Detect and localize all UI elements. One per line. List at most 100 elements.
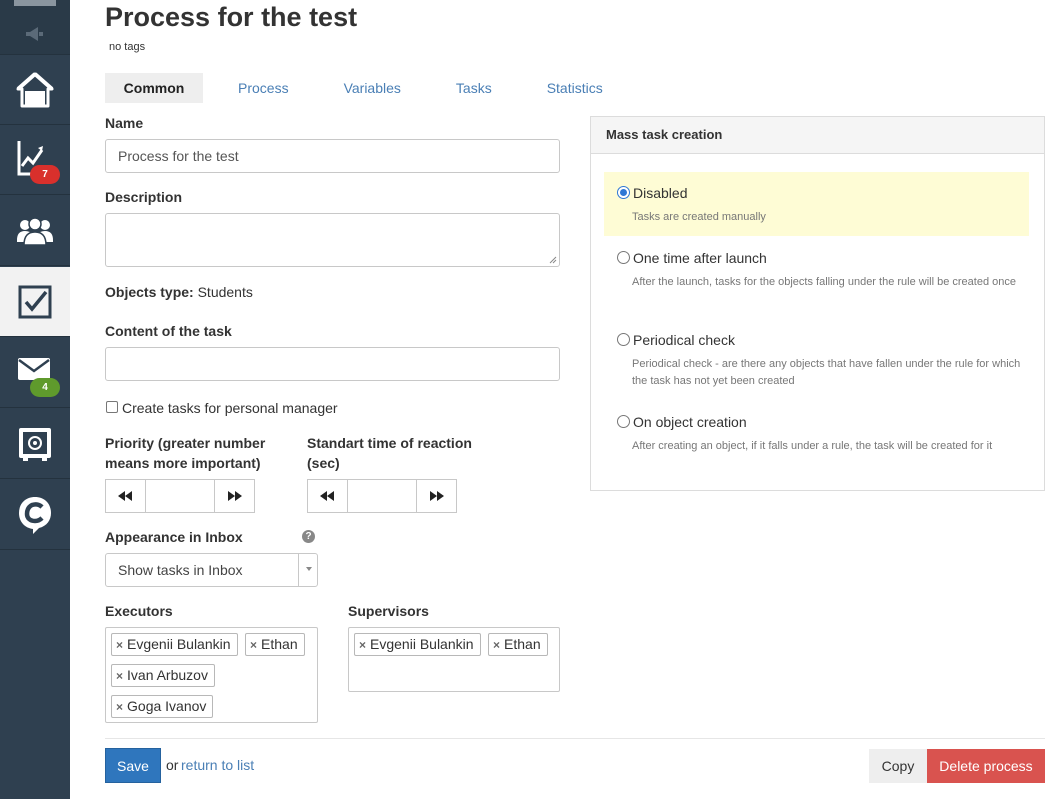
mass-option-on-creation[interactable]: On object creation After creating an obj… bbox=[604, 401, 1029, 457]
supervisors-field[interactable]: × Evgenii Bulankin × Ethan bbox=[348, 627, 560, 692]
sidebar-item-tasks[interactable] bbox=[0, 267, 70, 337]
sidebar-item-chat[interactable] bbox=[0, 480, 70, 550]
content-input[interactable] bbox=[105, 347, 560, 381]
or-text: or bbox=[166, 757, 179, 773]
mass-task-title: Mass task creation bbox=[591, 117, 1044, 154]
megaphone-icon[interactable] bbox=[24, 26, 46, 42]
remove-icon[interactable]: × bbox=[116, 697, 123, 718]
mail-badge: 4 bbox=[30, 378, 60, 397]
tab-statistics[interactable]: Statistics bbox=[547, 73, 603, 103]
chip-label: Ethan bbox=[261, 636, 298, 652]
objects-type: Objects type: Students bbox=[105, 284, 253, 300]
chip-label: Evgenii Bulankin bbox=[127, 636, 231, 652]
fast-forward-icon bbox=[429, 491, 444, 501]
option-label[interactable]: One time after launch bbox=[633, 250, 767, 266]
sidebar-collapse-bar[interactable] bbox=[14, 0, 56, 6]
executor-chip: × Evgenii Bulankin bbox=[111, 633, 238, 656]
reaction-increase-button[interactable] bbox=[417, 480, 456, 512]
name-label: Name bbox=[105, 115, 144, 131]
tab-tasks[interactable]: Tasks bbox=[456, 73, 492, 103]
option-description: After creating an object, if it falls un… bbox=[632, 440, 993, 452]
chip-label: Goga Ivanov bbox=[127, 698, 207, 714]
tasks-icon bbox=[18, 285, 52, 318]
option-description: After the launch, tasks for the objects … bbox=[632, 276, 1016, 288]
description-label: Description bbox=[105, 189, 183, 205]
radio-disabled[interactable] bbox=[617, 186, 630, 199]
deals-badge: 7 bbox=[30, 165, 60, 184]
remove-icon[interactable]: × bbox=[116, 666, 123, 687]
mass-task-panel: Mass task creation Disabled Tasks are cr… bbox=[590, 116, 1045, 491]
reaction-label-line1: Standart time of reaction bbox=[307, 435, 472, 451]
priority-increase-button[interactable] bbox=[215, 480, 254, 512]
tab-common[interactable]: Common bbox=[105, 73, 203, 103]
mass-option-disabled[interactable]: Disabled Tasks are created manually bbox=[604, 172, 1029, 236]
fast-forward-icon bbox=[227, 491, 242, 501]
remove-icon[interactable]: × bbox=[359, 635, 366, 656]
sidebar-item-home[interactable] bbox=[0, 55, 70, 125]
help-icon[interactable]: ? bbox=[302, 530, 315, 543]
remove-icon[interactable]: × bbox=[493, 635, 500, 656]
priority-label-line1: Priority (greater number bbox=[105, 435, 266, 451]
copy-button[interactable]: Copy bbox=[869, 749, 927, 783]
tab-process[interactable]: Process bbox=[238, 73, 289, 103]
delete-process-button[interactable]: Delete process bbox=[927, 749, 1045, 783]
users-icon bbox=[17, 216, 53, 246]
reaction-stepper bbox=[307, 479, 457, 513]
executors-label: Executors bbox=[105, 603, 173, 619]
supervisor-chip: × Evgenii Bulankin bbox=[354, 633, 481, 656]
radio-one-time[interactable] bbox=[617, 251, 630, 264]
home-icon bbox=[16, 72, 54, 107]
executor-chip: × Ivan Arbuzov bbox=[111, 664, 215, 687]
mass-option-periodical[interactable]: Periodical check Periodical check - are … bbox=[604, 319, 1029, 391]
priority-input[interactable] bbox=[144, 480, 216, 512]
rewind-icon bbox=[118, 491, 133, 501]
option-label[interactable]: On object creation bbox=[633, 414, 747, 430]
tab-variables[interactable]: Variables bbox=[344, 73, 401, 103]
radio-on-creation[interactable] bbox=[617, 415, 630, 428]
inbox-select[interactable]: Show tasks in Inbox bbox=[105, 553, 318, 587]
name-input[interactable]: Process for the test bbox=[105, 139, 560, 173]
supervisor-chip: × Ethan bbox=[488, 633, 548, 656]
sidebar-item-contacts[interactable] bbox=[0, 196, 70, 266]
option-label[interactable]: Disabled bbox=[633, 185, 687, 201]
sidebar-item-deals[interactable]: 7 bbox=[0, 125, 70, 195]
option-description: Periodical check - are there any objects… bbox=[632, 358, 1021, 387]
option-label[interactable]: Periodical check bbox=[633, 332, 735, 348]
personal-manager-label[interactable]: Create tasks for personal manager bbox=[122, 400, 338, 416]
reaction-input[interactable] bbox=[346, 480, 418, 512]
supervisors-label: Supervisors bbox=[348, 603, 429, 619]
option-description: Tasks are created manually bbox=[632, 211, 766, 223]
sidebar-item-storage[interactable] bbox=[0, 409, 70, 479]
reaction-label-line2: (sec) bbox=[307, 455, 340, 471]
return-to-list-link[interactable]: return to list bbox=[181, 757, 254, 773]
executor-chip: × Goga Ivanov bbox=[111, 695, 214, 718]
tags-label[interactable]: no tags bbox=[109, 41, 145, 53]
sidebar-item-mail[interactable]: 4 bbox=[0, 338, 70, 408]
priority-label-line2: means more important) bbox=[105, 455, 261, 471]
chat-logo-icon bbox=[19, 496, 51, 534]
safe-icon bbox=[19, 427, 51, 461]
chevron-down-icon bbox=[306, 567, 312, 571]
priority-decrease-button[interactable] bbox=[106, 480, 145, 512]
save-button[interactable]: Save bbox=[105, 748, 161, 783]
description-textarea[interactable] bbox=[105, 213, 560, 267]
page-title: Process for the test bbox=[105, 2, 358, 32]
chip-label: Evgenii Bulankin bbox=[370, 636, 474, 652]
executor-chip: × Ethan bbox=[245, 633, 305, 656]
remove-icon[interactable]: × bbox=[250, 635, 257, 656]
rewind-icon bbox=[320, 491, 335, 501]
objects-type-value: Students bbox=[193, 284, 253, 300]
priority-stepper bbox=[105, 479, 255, 513]
executors-field[interactable]: × Evgenii Bulankin × Ethan × Ivan Arbuzov ×… bbox=[105, 627, 318, 723]
personal-manager-checkbox[interactable] bbox=[106, 401, 118, 413]
content-label: Content of the task bbox=[105, 323, 232, 339]
footer-divider bbox=[105, 738, 1045, 739]
remove-icon[interactable]: × bbox=[116, 635, 123, 656]
resize-grip-icon[interactable] bbox=[549, 256, 557, 264]
sidebar-top bbox=[0, 0, 70, 55]
radio-periodical[interactable] bbox=[617, 333, 630, 346]
reaction-decrease-button[interactable] bbox=[308, 480, 347, 512]
chip-label: Ethan bbox=[504, 636, 541, 652]
mass-option-one-time[interactable]: One time after launch After the launch, … bbox=[604, 237, 1029, 309]
sidebar: 7 4 bbox=[0, 0, 70, 799]
